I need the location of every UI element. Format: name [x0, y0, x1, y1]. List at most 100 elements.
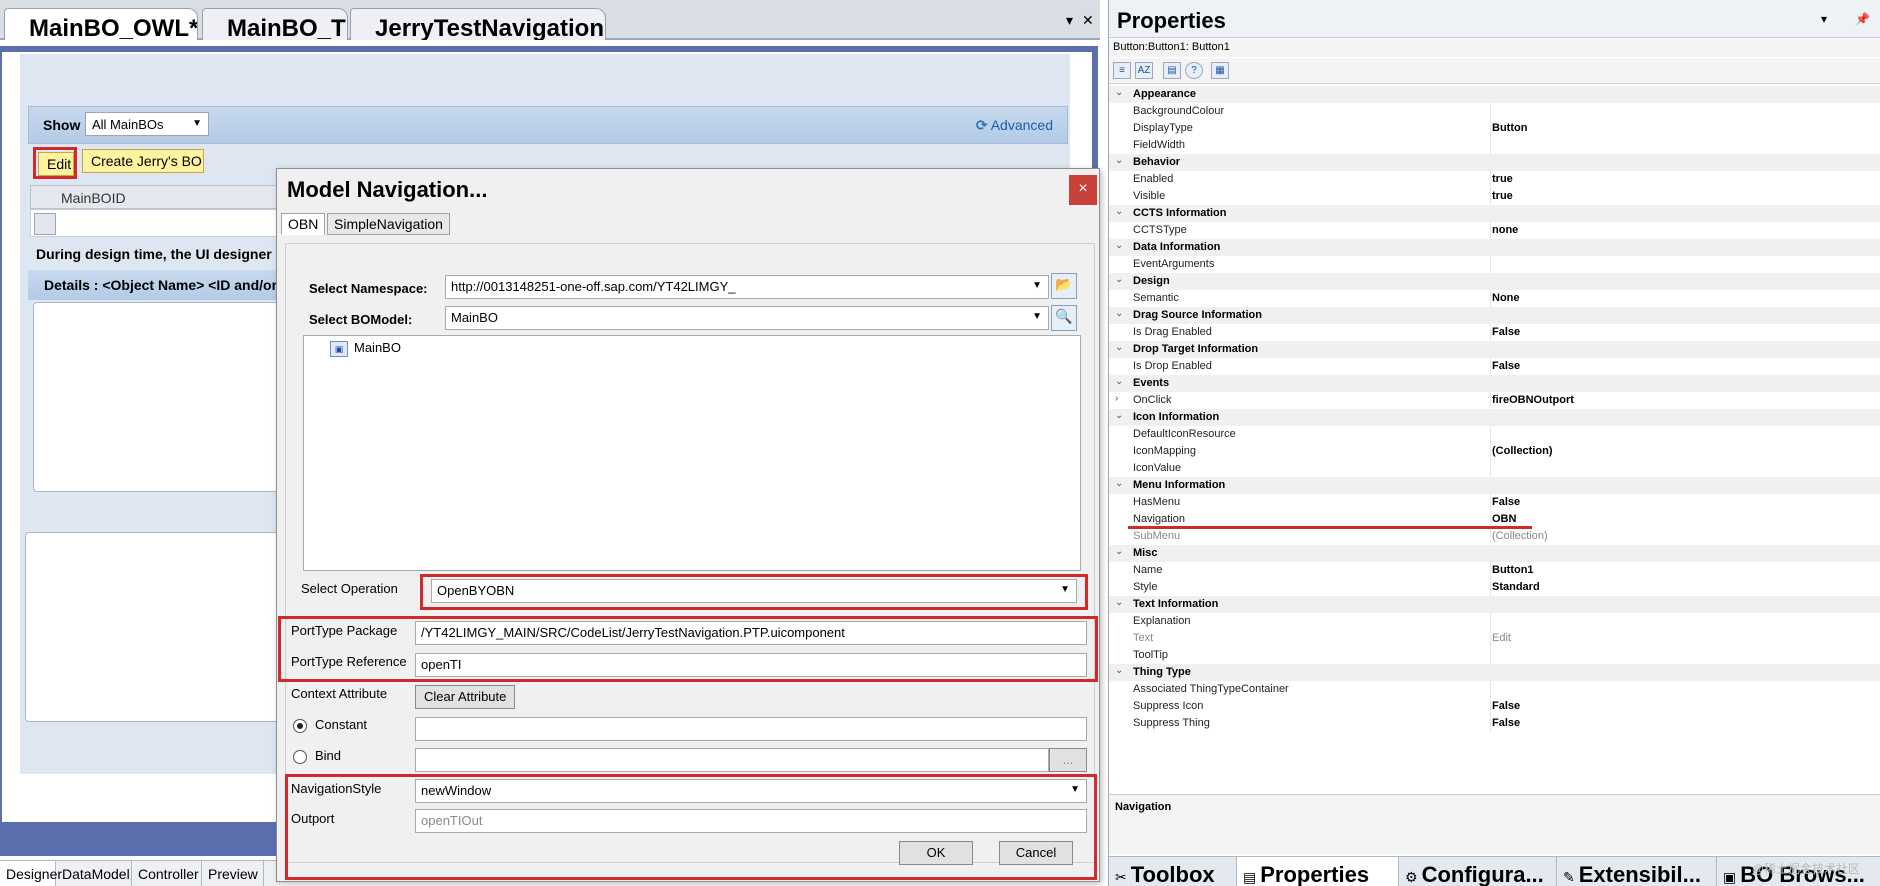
tab-designer[interactable]: Designer — [0, 861, 62, 886]
collapse-icon[interactable]: ⌄ — [1115, 240, 1123, 251]
collapse-icon[interactable]: ⌄ — [1115, 206, 1123, 217]
tab-configuration[interactable]: ⚙ Configura... — [1399, 857, 1557, 886]
tab-mainbo-owl[interactable]: MainBO_OWL* — [4, 8, 198, 40]
bind-field[interactable] — [415, 748, 1049, 772]
collapse-icon[interactable]: ⌄ — [1115, 87, 1123, 98]
property-row[interactable]: CCTSType none — [1109, 222, 1880, 239]
property-row[interactable]: FieldWidth — [1109, 137, 1880, 154]
property-value[interactable]: (Collection) — [1492, 445, 1553, 457]
bomodel-dropdown[interactable]: MainBO ▼ — [445, 306, 1049, 330]
collapse-icon[interactable]: ⌄ — [1115, 478, 1123, 489]
tab-dropdown-icon[interactable]: ▾ — [1066, 12, 1073, 29]
property-row[interactable]: Text Edit — [1109, 630, 1880, 647]
property-category[interactable]: ⌄ Thing Type — [1109, 664, 1880, 681]
property-value[interactable]: Button1 — [1492, 564, 1534, 576]
property-value[interactable]: Standard — [1492, 581, 1540, 593]
constant-field[interactable] — [415, 717, 1087, 741]
property-value[interactable]: False — [1492, 496, 1520, 508]
property-row[interactable]: EventArguments — [1109, 256, 1880, 273]
collapse-icon[interactable]: ⌄ — [1115, 342, 1123, 353]
property-value[interactable]: true — [1492, 173, 1513, 185]
property-row[interactable]: IconValue — [1109, 460, 1880, 477]
property-category[interactable]: ⌄ Text Information — [1109, 596, 1880, 613]
tab-preview[interactable]: Preview — [202, 861, 264, 886]
categorized-icon[interactable]: ≡ — [1113, 62, 1131, 79]
property-category[interactable]: ⌄ Design — [1109, 273, 1880, 290]
property-row[interactable]: BackgroundColour — [1109, 103, 1880, 120]
property-pages-icon[interactable]: ▦ — [1211, 62, 1229, 79]
show-dropdown[interactable]: All MainBOs ▼ — [85, 112, 209, 136]
close-icon[interactable]: × — [1069, 175, 1097, 205]
pin-icon[interactable]: 📌 — [1855, 12, 1870, 26]
property-category[interactable]: ⌄ Drop Target Information — [1109, 341, 1880, 358]
alphabetical-icon[interactable]: AZ — [1135, 62, 1153, 79]
property-row[interactable]: DefaultIconResource — [1109, 426, 1880, 443]
property-value[interactable]: (Collection) — [1492, 530, 1548, 542]
tab-simple-navigation[interactable]: SimpleNavigation — [327, 213, 450, 235]
clear-attribute-button[interactable]: Clear Attribute — [415, 685, 515, 709]
property-category[interactable]: ⌄ Events — [1109, 375, 1880, 392]
property-row[interactable]: Suppress Thing False — [1109, 715, 1880, 732]
property-category[interactable]: ⌄ Appearance — [1109, 86, 1880, 103]
property-value[interactable]: OBN — [1492, 513, 1516, 525]
tab-properties[interactable]: ▤ Properties — [1237, 857, 1399, 886]
property-row[interactable]: SubMenu (Collection) — [1109, 528, 1880, 545]
collapse-icon[interactable]: ⌄ — [1115, 597, 1123, 608]
property-value[interactable]: true — [1492, 190, 1513, 202]
tab-toolbox[interactable]: ✂ Toolbox — [1109, 857, 1237, 886]
property-category[interactable]: ⌄ Menu Information — [1109, 477, 1880, 494]
property-row[interactable]: DisplayType Button — [1109, 120, 1880, 137]
property-category[interactable]: ⌄ Behavior — [1109, 154, 1880, 171]
property-value[interactable]: None — [1492, 292, 1520, 304]
collapse-icon[interactable]: ⌄ — [1115, 274, 1123, 285]
help-icon[interactable]: ? — [1185, 62, 1203, 79]
property-category[interactable]: ⌄ Icon Information — [1109, 409, 1880, 426]
collapse-icon[interactable]: ⌄ — [1115, 546, 1123, 557]
create-jerrys-bo-button[interactable]: Create Jerry's BO — [82, 149, 204, 173]
property-row[interactable]: Associated ThingTypeContainer — [1109, 681, 1880, 698]
property-value[interactable]: fireOBNOutport — [1492, 394, 1574, 406]
chevron-down-icon[interactable]: ▾ — [1821, 12, 1827, 26]
property-row[interactable]: Enabled true — [1109, 171, 1880, 188]
property-value[interactable]: False — [1492, 717, 1520, 729]
collapse-icon[interactable]: ⌄ — [1115, 665, 1123, 676]
constant-radio[interactable] — [293, 719, 307, 733]
property-value[interactable]: none — [1492, 224, 1518, 236]
property-row[interactable]: Semantic None — [1109, 290, 1880, 307]
collapse-icon[interactable]: ⌄ — [1115, 308, 1123, 319]
property-row[interactable]: › OnClick fireOBNOutport — [1109, 392, 1880, 409]
property-row[interactable]: Is Drag Enabled False — [1109, 324, 1880, 341]
expand-icon[interactable]: › — [1115, 393, 1118, 404]
tab-obn[interactable]: OBN — [281, 213, 326, 235]
property-category[interactable]: ⌄ Drag Source Information — [1109, 307, 1880, 324]
property-value[interactable]: False — [1492, 326, 1520, 338]
folder-icon[interactable]: 📂 — [1051, 273, 1077, 299]
grid-row[interactable] — [30, 209, 280, 237]
property-value[interactable]: Edit — [1492, 632, 1511, 644]
property-row[interactable]: Name Button1 — [1109, 562, 1880, 579]
tab-mainbo-ti[interactable]: MainBO_TI — [202, 8, 348, 40]
advanced-link[interactable]: ⟳ Advanced — [976, 117, 1053, 134]
property-value[interactable]: False — [1492, 360, 1520, 372]
property-value[interactable]: Button — [1492, 122, 1527, 134]
collapse-icon[interactable]: ⌄ — [1115, 376, 1123, 387]
bind-radio[interactable] — [293, 750, 307, 764]
property-row[interactable]: Style Standard — [1109, 579, 1880, 596]
property-row[interactable]: ToolTip — [1109, 647, 1880, 664]
tree-item-mainbo[interactable]: ▣ MainBO — [330, 340, 401, 357]
tab-close-icon[interactable]: ✕ — [1082, 12, 1094, 29]
property-row[interactable]: HasMenu False — [1109, 494, 1880, 511]
property-row[interactable]: Explanation — [1109, 613, 1880, 630]
property-row[interactable]: Is Drop Enabled False — [1109, 358, 1880, 375]
property-value[interactable]: False — [1492, 700, 1520, 712]
property-row[interactable]: IconMapping (Collection) — [1109, 443, 1880, 460]
property-category[interactable]: ⌄ CCTS Information — [1109, 205, 1880, 222]
search-icon[interactable]: 🔍 — [1051, 305, 1077, 331]
property-row[interactable]: Suppress Icon False — [1109, 698, 1880, 715]
tab-jerry-test-navigation[interactable]: JerryTestNavigation — [350, 8, 606, 40]
bind-browse-button[interactable]: ... — [1049, 748, 1087, 772]
property-row[interactable]: Visible true — [1109, 188, 1880, 205]
tab-controller[interactable]: Controller — [132, 861, 202, 886]
property-category[interactable]: ⌄ Misc — [1109, 545, 1880, 562]
namespace-dropdown[interactable]: http://0013148251-one-off.sap.com/YT42LI… — [445, 275, 1049, 299]
